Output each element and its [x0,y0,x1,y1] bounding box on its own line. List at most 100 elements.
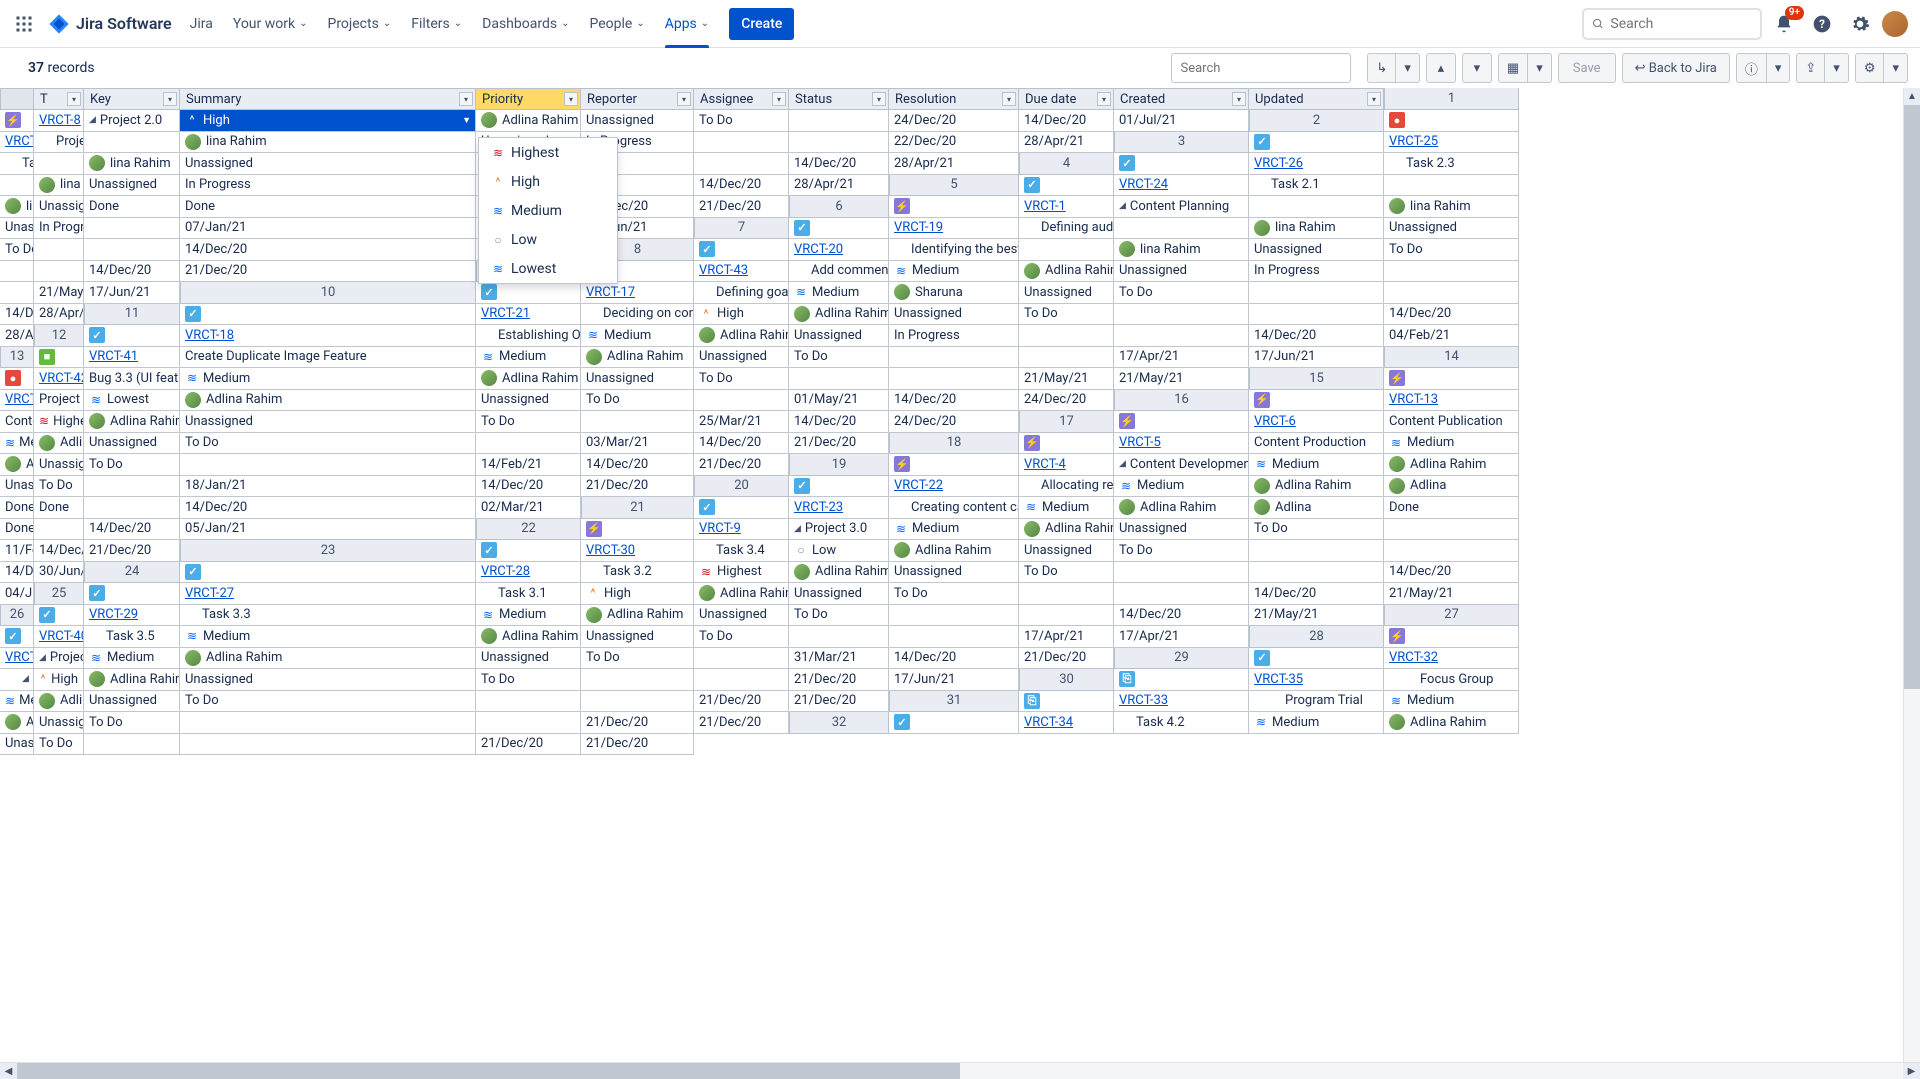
cell-created[interactable]: 14/Dec/20 [789,153,889,175]
column-filter-icon[interactable]: ▾ [67,92,81,106]
cell-summary[interactable]: Task 3.2 [581,562,694,584]
cell-reporter[interactable]: Adlina Rahim [789,304,889,326]
cell-priority[interactable]: ^High [34,669,84,691]
cell-updated[interactable]: 21/Dec/20 [581,734,694,756]
cell-due[interactable] [889,626,1019,648]
cell-priority[interactable] [0,175,34,197]
cell-summary[interactable]: ◢Project 3.0 [789,519,889,541]
cell-summary[interactable]: ◢Content Planning [1114,196,1249,218]
cell-updated[interactable]: 21/Dec/20 [789,691,889,713]
row-number[interactable]: 18 [889,433,1019,455]
cell-due[interactable]: 18/Jan/21 [180,476,476,498]
cell-status[interactable]: To Do [694,626,789,648]
cell-priority[interactable]: ≋Medium [84,648,180,670]
row-number[interactable]: 27 [1384,605,1519,627]
cell-assignee[interactable]: Unassigned [84,691,180,713]
cell-updated[interactable]: 21/Dec/20 [84,540,180,562]
cell-due[interactable] [34,261,84,283]
cell-key[interactable]: VRCT-5 [1114,433,1249,455]
cell-updated[interactable]: 17/Apr/21 [1114,626,1249,648]
cell-due[interactable] [1019,347,1114,369]
cell-summary[interactable]: Deciding on content types [581,304,694,326]
cell-summary[interactable]: Task 2.2 [0,153,34,175]
cell-updated[interactable]: 21/May/21 [1249,605,1384,627]
cell-assignee[interactable]: Unassigned [0,218,34,240]
cell-due[interactable] [694,153,789,175]
cell-status[interactable]: To Do [180,433,476,455]
cell-resolution[interactable] [1384,519,1519,541]
vertical-scrollbar[interactable]: ▲ [1903,88,1920,1062]
user-avatar[interactable] [1882,11,1908,37]
cell-resolution[interactable] [889,605,1019,627]
cell-summary[interactable]: Defining audience [1019,218,1114,240]
cell-updated[interactable]: 28/Apr/21 [34,304,84,326]
cell-resolution[interactable]: Done [0,519,34,541]
cell-status[interactable]: In Progress [1249,261,1384,283]
cell-type[interactable]: ⎘ [1019,691,1114,713]
column-filter-icon[interactable]: ▾ [677,92,691,106]
nav-item-filters[interactable]: Filters⌄ [401,0,472,48]
cell-resolution[interactable] [789,110,889,132]
cell-assignee[interactable]: Unassigned [1019,282,1114,304]
cell-summary[interactable]: Program Trial [1249,691,1384,713]
issue-key-link[interactable]: VRCT-30 [586,543,635,558]
cell-summary[interactable]: Content Publication [1384,411,1519,433]
cell-created[interactable]: 14/Dec/20 [1384,562,1519,584]
cell-assignee[interactable]: Unassigned [180,411,476,433]
cell-created[interactable]: 17/Apr/21 [1114,347,1249,369]
cell-type[interactable]: ✓ [694,239,789,261]
cell-reporter[interactable]: Adlina Rahim [476,626,581,648]
cell-reporter[interactable]: Adlina Rahim [1249,476,1384,498]
nav-item-dashboards[interactable]: Dashboards⌄ [472,0,579,48]
cell-type[interactable]: ✓ [84,583,180,605]
cell-type[interactable]: ✓ [789,218,889,240]
cell-assignee[interactable]: Unassigned [581,368,694,390]
row-number[interactable]: 22 [476,519,581,541]
cell-resolution[interactable] [84,476,180,498]
cell-type[interactable]: ⚡ [1019,433,1114,455]
row-number[interactable]: 21 [581,497,694,519]
cell-updated[interactable]: 21/Dec/20 [180,261,476,283]
cell-status[interactable]: To Do [1019,562,1114,584]
cell-due[interactable] [1249,304,1384,326]
cell-due[interactable] [789,132,889,154]
cell-type[interactable]: ⚡ [0,110,34,132]
cell-assignee[interactable]: Unassigned [84,433,180,455]
cell-key[interactable]: VRCT-1 [1019,196,1114,218]
issue-key-link[interactable]: VRCT-20 [794,242,843,257]
cell-key[interactable]: VRCT-41 [84,347,180,369]
cell-key[interactable]: VRCT-23 [789,497,889,519]
issue-key-link[interactable]: VRCT-4 [1024,457,1066,472]
issue-key-link[interactable]: VRCT-26 [1254,156,1303,171]
expand-all-button[interactable]: ▾ [1462,53,1492,83]
cell-priority[interactable]: ○Low [789,540,889,562]
cell-updated[interactable]: 21/Dec/20 [1019,648,1114,670]
cell-assignee[interactable]: Unassigned [476,390,581,412]
cell-priority[interactable]: ≋Highest [34,411,84,433]
column-header-resolution[interactable]: Resolution▾ [889,88,1019,110]
cell-resolution[interactable] [581,669,694,691]
cell-type[interactable]: ✓ [789,476,889,498]
nav-item-your-work[interactable]: Your work⌄ [223,0,318,48]
cell-resolution[interactable] [889,347,1019,369]
cell-key[interactable]: VRCT-34 [1019,712,1114,734]
info-button[interactable]: ⓘ▾ [1736,53,1791,83]
cell-updated[interactable]: 28/Apr/21 [789,175,889,197]
cell-created[interactable]: 14/Dec/20 [1249,583,1384,605]
cell-summary[interactable]: Project 5.0 [34,390,84,412]
row-number[interactable]: 24 [84,562,180,584]
cell-status[interactable]: To Do [789,605,889,627]
issue-key-link[interactable]: VRCT-8 [39,113,81,128]
cell-updated[interactable]: 04/Jun/21 [0,583,34,605]
cell-type[interactable]: ✓ [694,497,789,519]
cell-reporter[interactable]: Adlina Rahim [476,368,581,390]
cell-created[interactable]: 14/Dec/20 [84,519,180,541]
cell-type[interactable]: ■ [34,347,84,369]
cell-reporter[interactable]: Adlina Rahim [1384,712,1519,734]
create-button[interactable]: Create [729,8,794,40]
row-number[interactable]: 29 [1114,648,1249,670]
settings-icon[interactable] [1844,8,1876,40]
cell-created[interactable]: 21/Dec/20 [476,734,581,756]
cell-summary[interactable]: Add comments [789,261,889,283]
cell-due[interactable]: 07/Jan/21 [180,218,476,240]
